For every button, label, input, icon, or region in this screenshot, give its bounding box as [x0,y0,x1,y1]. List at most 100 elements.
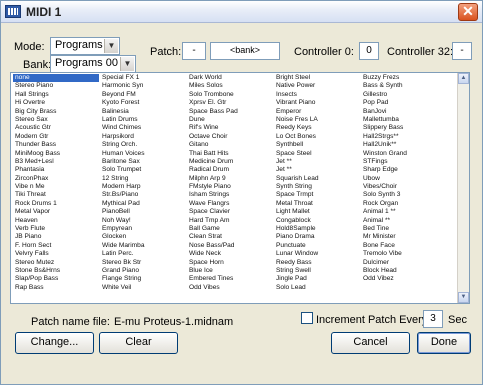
program-item[interactable]: Bed Tine [361,225,447,233]
increment-seconds-field[interactable]: 3 [423,310,443,328]
bank-select[interactable]: Programs 00 ▼ [50,55,136,73]
program-item[interactable]: Verb Flute [13,225,99,233]
program-item[interactable]: Stereo Sax [13,116,99,124]
program-item[interactable]: Piano Drama [274,233,360,241]
program-item[interactable]: Sharp Edge [361,166,447,174]
program-item[interactable]: Hall2Unik** [361,141,447,149]
program-item[interactable]: Phantasia [13,166,99,174]
program-item[interactable]: Blue Ice [187,267,273,275]
program-item[interactable]: Milphn Arp 9 [187,175,273,183]
program-item[interactable]: Stereo Piano [13,82,99,90]
program-item[interactable]: White Veil [100,284,186,292]
program-item[interactable]: Special FX 1 [100,74,186,82]
program-item[interactable]: Heaven [13,217,99,225]
program-item[interactable]: Emperor [274,108,360,116]
program-item[interactable]: Modern Gtr [13,133,99,141]
scroll-up-icon[interactable]: ▲ [458,73,469,84]
program-item[interactable]: Vibes/Choir [361,183,447,191]
program-item[interactable]: Acoustic Gtr [13,124,99,132]
program-item[interactable]: Bass & Synth [361,82,447,90]
program-item[interactable]: Radical Drum [187,166,273,174]
program-item[interactable]: Mallettumba [361,116,447,124]
program-item[interactable]: STFings [361,158,447,166]
program-item[interactable]: Clean Strat [187,233,273,241]
program-item[interactable]: Octave Choir [187,133,273,141]
program-item[interactable]: Grand Piano [100,267,186,275]
program-item[interactable]: Reedy Bass [274,259,360,267]
program-item[interactable]: Jet ** [274,158,360,166]
program-item[interactable]: ZirconPhax [13,175,99,183]
program-item[interactable]: Jingle Pad [274,275,360,283]
program-item[interactable]: Metal Throat [274,200,360,208]
program-item[interactable]: Wind Chimes [100,124,186,132]
program-item[interactable]: Ubow [361,175,447,183]
program-item[interactable]: Space Horn [187,259,273,267]
program-item[interactable]: Miles Solos [187,82,273,90]
patch-number-field[interactable]: - [182,42,206,60]
program-item[interactable]: Space Trmpt [274,191,360,199]
program-item[interactable]: Rock Drums 1 [13,200,99,208]
program-item[interactable]: Bone Face [361,242,447,250]
program-item[interactable]: Space Steel [274,150,360,158]
program-item[interactable]: Light Mallet [274,208,360,216]
program-item[interactable]: Beyond FM [100,91,186,99]
program-item[interactable]: Empyrean [100,225,186,233]
program-item[interactable]: Modern Harp [100,183,186,191]
program-item[interactable]: Squarish Lead [274,175,360,183]
program-item[interactable]: PianoBell [100,208,186,216]
program-item[interactable]: Stereo Mutez [13,259,99,267]
program-item[interactable]: Dulcimer [361,259,447,267]
program-item[interactable]: Tremolo Vibe [361,250,447,258]
program-item[interactable]: Wide Neck [187,250,273,258]
program-item[interactable] [361,284,447,292]
program-item[interactable]: Bright Steel [274,74,360,82]
program-item[interactable]: Space Clavier [187,208,273,216]
program-item[interactable]: Str.Bs/Piano [100,191,186,199]
program-item[interactable]: Glocken [100,233,186,241]
program-item[interactable]: Isham Strings [187,191,273,199]
program-item[interactable]: Synthbell [274,141,360,149]
program-item[interactable]: Insects [274,91,360,99]
program-item[interactable]: Animal ** [361,217,447,225]
program-item[interactable]: Solo Synth 3 [361,191,447,199]
program-item[interactable]: Hi Overtre [13,99,99,107]
program-item[interactable]: Mr Minister [361,233,447,241]
program-item[interactable]: Velvry Falls [13,250,99,258]
program-item[interactable]: Ball Game [187,225,273,233]
program-item[interactable]: Solo Trombone [187,91,273,99]
program-item[interactable]: JB Piano [13,233,99,241]
program-item[interactable]: Human Voices [100,150,186,158]
program-item[interactable]: Solo Trumpet [100,166,186,174]
program-item[interactable]: Hall Strings [13,91,99,99]
program-item[interactable]: Lunar Window [274,250,360,258]
close-button[interactable]: ✕ [458,3,478,21]
program-item[interactable]: Pop Pad [361,99,447,107]
program-item[interactable]: Metal Vapor [13,208,99,216]
program-item[interactable]: Vibrant Piano [274,99,360,107]
program-item[interactable]: Baritone Sax [100,158,186,166]
program-item[interactable]: Gitano [187,141,273,149]
program-item[interactable]: Rap Bass [13,284,99,292]
program-item[interactable]: Gillestro [361,91,447,99]
program-item[interactable]: Dune [187,116,273,124]
program-item[interactable]: Animal 1 ** [361,208,447,216]
program-item[interactable]: Congablock [274,217,360,225]
title-bar[interactable]: MIDI 1 ✕ [1,1,482,23]
program-item[interactable]: Block Head [361,267,447,275]
program-item[interactable]: F. Horn Sect [13,242,99,250]
program-item[interactable]: Thai Batt Hits [187,150,273,158]
program-item[interactable]: Vibe n Me [13,183,99,191]
increment-checkbox[interactable] [301,312,313,324]
program-item[interactable]: Odd Vibez [361,275,447,283]
vertical-scrollbar[interactable]: ▲ ▼ [457,73,469,303]
program-item[interactable]: String Swell [274,267,360,275]
program-item[interactable]: 12 String [100,175,186,183]
program-item[interactable]: FMstyle Piano [187,183,273,191]
program-item[interactable]: Wave Flangrs [187,200,273,208]
program-item[interactable]: B3 Med+Lesl [13,158,99,166]
program-item[interactable]: Punctuate [274,242,360,250]
program-item[interactable]: Kyoto Forest [100,99,186,107]
program-item[interactable]: Big City Brass [13,108,99,116]
program-item[interactable]: Wide Marimba [100,242,186,250]
program-item[interactable]: Embered Tines [187,275,273,283]
